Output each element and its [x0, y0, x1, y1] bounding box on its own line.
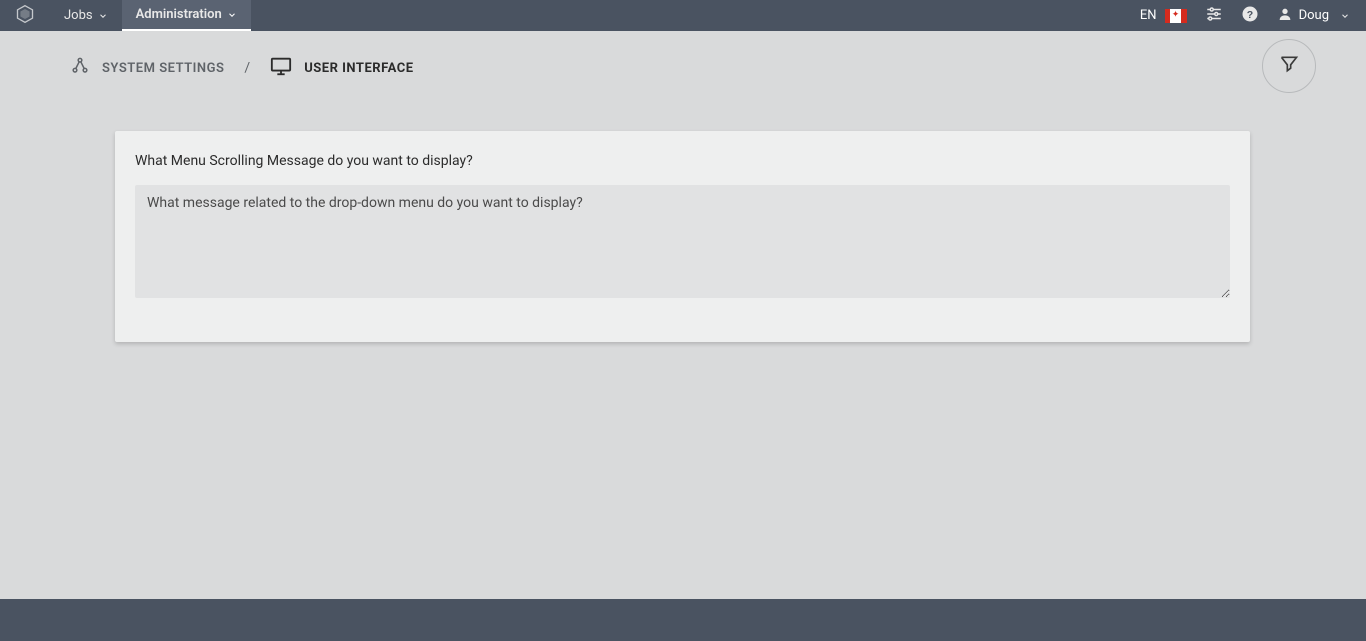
settings-card: What Menu Scrolling Message do you want … — [115, 131, 1250, 342]
filter-icon — [1279, 54, 1299, 78]
scrolling-message-input[interactable] — [135, 185, 1230, 298]
breadcrumb-system-settings-label: SYSTEM SETTINGS — [102, 61, 224, 76]
nodes-icon — [70, 56, 90, 80]
chevron-down-icon — [1340, 11, 1350, 21]
filter-button[interactable] — [1262, 39, 1316, 93]
language-label: EN — [1140, 8, 1157, 23]
chevron-down-icon — [227, 10, 237, 20]
help-icon: ? — [1241, 5, 1259, 27]
user-menu[interactable]: Doug — [1277, 6, 1350, 26]
breadcrumb-user-interface-label: USER INTERFACE — [304, 61, 413, 76]
footer — [0, 599, 1366, 641]
sliders-icon — [1205, 5, 1223, 27]
logo[interactable] — [0, 0, 50, 31]
nav-administration[interactable]: Administration — [122, 0, 251, 31]
breadcrumb: SYSTEM SETTINGS / USER INTERFACE — [0, 31, 1366, 101]
nav-administration-label: Administration — [136, 7, 222, 22]
monitor-icon — [270, 55, 292, 81]
topbar: Jobs Administration EN ✦ — [0, 0, 1366, 31]
nav-jobs[interactable]: Jobs — [50, 0, 122, 31]
topbar-right: EN ✦ ? — [1140, 0, 1366, 31]
user-name: Doug — [1299, 8, 1329, 23]
flag-canada-icon: ✦ — [1165, 9, 1187, 23]
chevron-down-icon — [98, 11, 108, 21]
breadcrumb-system-settings[interactable]: SYSTEM SETTINGS — [70, 56, 224, 80]
breadcrumb-user-interface[interactable]: USER INTERFACE — [270, 55, 413, 81]
hexagon-logo-icon — [15, 4, 35, 28]
user-icon — [1277, 6, 1293, 26]
help-button[interactable]: ? — [1241, 5, 1259, 27]
nav-jobs-label: Jobs — [64, 8, 93, 23]
content-area: SYSTEM SETTINGS / USER INTERFACE What Me… — [0, 31, 1366, 342]
settings-sliders-button[interactable] — [1205, 5, 1223, 27]
breadcrumb-separator: / — [244, 60, 250, 76]
scrolling-message-label: What Menu Scrolling Message do you want … — [135, 153, 1230, 169]
svg-text:?: ? — [1246, 8, 1252, 20]
language-selector[interactable]: EN ✦ — [1140, 8, 1187, 23]
